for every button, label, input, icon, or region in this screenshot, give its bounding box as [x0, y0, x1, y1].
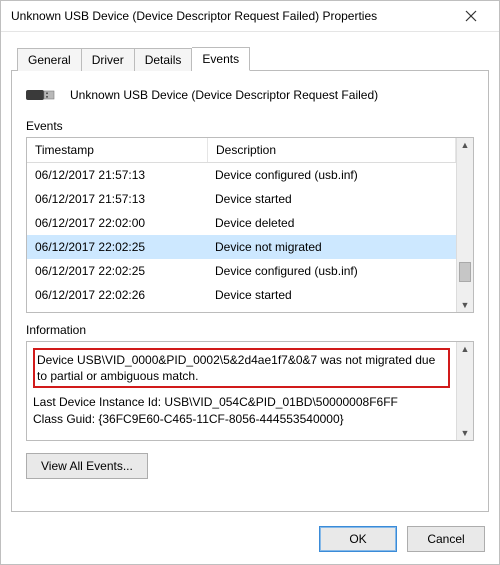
cell-description: Device started — [207, 283, 456, 307]
cell-description: Device deleted — [207, 211, 456, 235]
information-highlight-text: Device USB\VID_0000&PID_0002\5&2d4ae1f7&… — [37, 353, 435, 383]
cell-timestamp: 06/12/2017 22:02:00 — [27, 211, 207, 235]
events-row[interactable]: 06/12/2017 21:57:13 Device configured (u… — [27, 163, 456, 187]
col-header-timestamp[interactable]: Timestamp — [27, 138, 208, 162]
information-text: Device USB\VID_0000&PID_0002\5&2d4ae1f7&… — [27, 342, 456, 440]
cell-timestamp: 06/12/2017 21:57:13 — [27, 163, 207, 187]
scroll-up-icon[interactable]: ▲ — [461, 138, 470, 152]
scroll-down-icon[interactable]: ▼ — [461, 298, 470, 312]
cell-description: Device configured (usb.inf) — [207, 163, 456, 187]
tabstrip: General Driver Details Events — [11, 46, 489, 70]
information-line: Class Guid: {36FC9E60-C465-11CF-8056-444… — [33, 411, 450, 427]
properties-dialog: Unknown USB Device (Device Descriptor Re… — [0, 0, 500, 565]
information-scrollbar[interactable]: ▲ ▼ — [456, 342, 473, 440]
dialog-footer: OK Cancel — [1, 516, 499, 564]
dialog-body: General Driver Details Events Unknown US… — [1, 32, 499, 516]
tab-driver[interactable]: Driver — [82, 48, 135, 71]
events-label: Events — [26, 119, 474, 133]
tab-general[interactable]: General — [17, 48, 82, 71]
information-label: Information — [26, 323, 474, 337]
scroll-thumb[interactable] — [459, 262, 471, 282]
scroll-down-icon[interactable]: ▼ — [461, 426, 470, 440]
device-header: Unknown USB Device (Device Descriptor Re… — [26, 85, 474, 105]
events-rows: Timestamp Description 06/12/2017 21:57:1… — [27, 138, 456, 312]
events-scrollbar[interactable]: ▲ ▼ — [456, 138, 473, 312]
tab-details[interactable]: Details — [135, 48, 193, 71]
events-list[interactable]: Timestamp Description 06/12/2017 21:57:1… — [26, 137, 474, 313]
close-icon — [465, 10, 477, 22]
events-row[interactable]: 06/12/2017 21:57:13 Device started — [27, 187, 456, 211]
cell-timestamp: 06/12/2017 22:02:26 — [27, 283, 207, 307]
events-row[interactable]: 06/12/2017 22:02:00 Device deleted — [27, 211, 456, 235]
ok-button[interactable]: OK — [319, 526, 397, 552]
cell-description: Device configured (usb.inf) — [207, 259, 456, 283]
events-row[interactable]: 06/12/2017 22:02:25 Device configured (u… — [27, 259, 456, 283]
tab-events[interactable]: Events — [192, 47, 250, 71]
events-row-selected[interactable]: 06/12/2017 22:02:25 Device not migrated — [27, 235, 456, 259]
usb-plug-icon — [26, 85, 60, 105]
information-highlight: Device USB\VID_0000&PID_0002\5&2d4ae1f7&… — [33, 348, 450, 388]
tab-panel-events: Unknown USB Device (Device Descriptor Re… — [11, 70, 489, 512]
titlebar: Unknown USB Device (Device Descriptor Re… — [1, 1, 499, 32]
cell-timestamp: 06/12/2017 22:02:25 — [27, 235, 207, 259]
cancel-button[interactable]: Cancel — [407, 526, 485, 552]
cell-description: Device started — [207, 187, 456, 211]
close-button[interactable] — [451, 2, 491, 30]
events-row[interactable]: 06/12/2017 22:02:26 Device started — [27, 283, 456, 307]
events-header: Timestamp Description — [27, 138, 456, 163]
information-line: Last Device Instance Id: USB\VID_054C&PI… — [33, 394, 450, 410]
scroll-up-icon[interactable]: ▲ — [461, 342, 470, 356]
col-header-description[interactable]: Description — [208, 138, 456, 162]
cell-description: Device not migrated — [207, 235, 456, 259]
cell-timestamp: 06/12/2017 22:02:25 — [27, 259, 207, 283]
cell-timestamp: 06/12/2017 21:57:13 — [27, 187, 207, 211]
information-box[interactable]: Device USB\VID_0000&PID_0002\5&2d4ae1f7&… — [26, 341, 474, 441]
window-title: Unknown USB Device (Device Descriptor Re… — [11, 9, 451, 23]
device-name: Unknown USB Device (Device Descriptor Re… — [70, 88, 378, 102]
view-all-events-button[interactable]: View All Events... — [26, 453, 148, 479]
